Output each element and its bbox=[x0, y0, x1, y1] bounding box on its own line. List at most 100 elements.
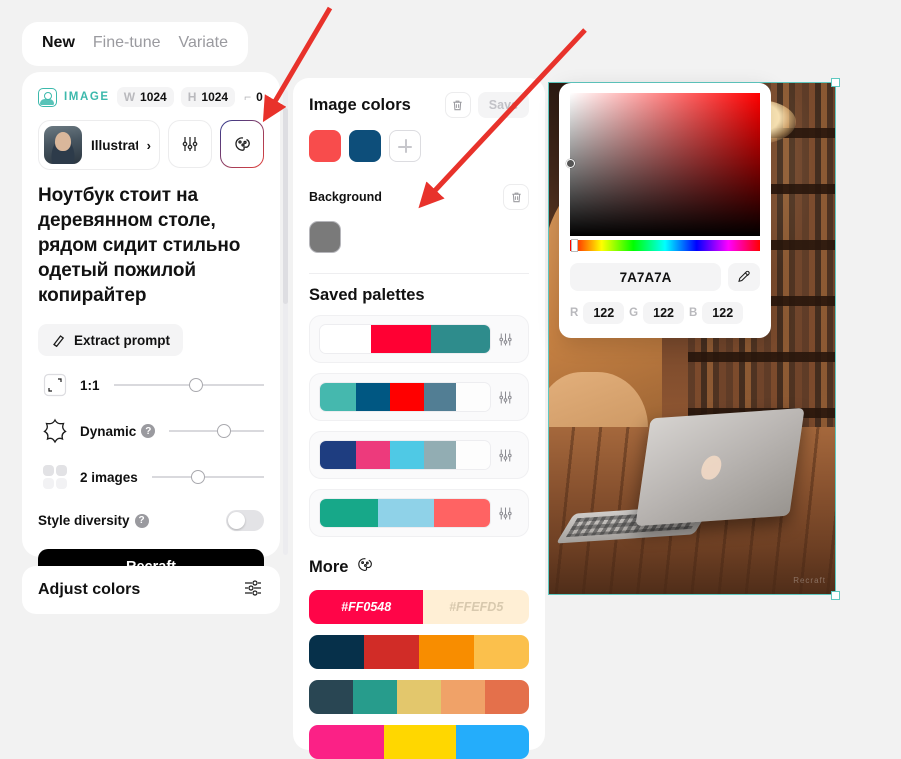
aspect-ratio-slider[interactable] bbox=[113, 377, 264, 393]
width-chip[interactable]: W 1024 bbox=[116, 87, 174, 107]
background-label: Background bbox=[309, 190, 382, 204]
tab-fine-tune[interactable]: Fine-tune bbox=[93, 34, 161, 52]
corner-radius-value: 0 bbox=[256, 90, 263, 104]
color-picker-popup: 7A7A7A R 122 G 122 B 122 bbox=[559, 83, 771, 338]
more-color-label[interactable]: #FFEFD5 bbox=[423, 590, 529, 624]
g-label: G bbox=[629, 307, 639, 319]
image-count-slider[interactable] bbox=[151, 469, 264, 485]
adjust-colors-icon[interactable] bbox=[242, 577, 264, 604]
hue-slider[interactable] bbox=[570, 239, 760, 252]
laptop-logo-icon bbox=[698, 454, 725, 481]
r-input[interactable]: 122 bbox=[583, 302, 625, 324]
image-colors-panel: Image colors Save Background Saved palet… bbox=[293, 78, 545, 759]
more-palette-row[interactable] bbox=[309, 725, 529, 759]
height-chip[interactable]: H 1024 bbox=[180, 87, 236, 107]
saved-palette-row[interactable] bbox=[309, 489, 529, 537]
height-key: H bbox=[187, 90, 197, 104]
saturation-value-area[interactable] bbox=[566, 93, 760, 236]
r-label: R bbox=[570, 307, 579, 319]
help-icon[interactable]: ? bbox=[134, 513, 149, 528]
more-color-label[interactable]: #FF0548 bbox=[309, 590, 424, 624]
saved-palette-row[interactable] bbox=[309, 431, 529, 479]
sv-selector-dot[interactable] bbox=[566, 159, 575, 168]
height-value: 1024 bbox=[201, 90, 229, 104]
style-thumbnail bbox=[44, 126, 82, 164]
help-icon[interactable]: ? bbox=[141, 424, 156, 439]
hex-input[interactable]: 7A7A7A bbox=[570, 263, 721, 291]
corner-radius-chip[interactable]: ⌐ 0 bbox=[242, 87, 265, 107]
palette-strip[interactable] bbox=[319, 498, 491, 528]
selection-handle-top-right[interactable] bbox=[831, 78, 840, 87]
image-count-label: 2 images bbox=[80, 469, 138, 485]
adjust-colors-card[interactable]: Adjust colors bbox=[22, 566, 280, 614]
selection-handle-bottom-right[interactable] bbox=[831, 591, 840, 600]
dynamic-text: Dynamic bbox=[80, 423, 137, 439]
grid-four-icon bbox=[38, 460, 72, 494]
option-aspect-ratio: 1:1 bbox=[38, 368, 264, 402]
background-header: Background bbox=[309, 184, 529, 210]
width-value: 1024 bbox=[140, 90, 167, 104]
more-palette-row[interactable] bbox=[309, 635, 529, 669]
watermark-text: Recraft bbox=[793, 576, 826, 585]
divider bbox=[309, 273, 529, 274]
saved-palette-row[interactable] bbox=[309, 315, 529, 363]
image-meta-row: IMAGE W 1024 H 1024 ⌐ 0 bbox=[38, 86, 264, 108]
image-color-swatch-2[interactable] bbox=[349, 130, 381, 162]
trash-icon[interactable] bbox=[503, 184, 529, 210]
b-input[interactable]: 122 bbox=[702, 302, 744, 324]
settings-sliders-button[interactable] bbox=[168, 120, 212, 168]
palette-edit-icon[interactable] bbox=[491, 505, 519, 522]
palette-strip[interactable] bbox=[319, 324, 491, 354]
palette-edit-icon[interactable] bbox=[491, 331, 519, 348]
slider-knob[interactable] bbox=[191, 470, 206, 485]
extract-prompt-button[interactable]: Extract prompt bbox=[38, 324, 184, 357]
slider-knob[interactable] bbox=[216, 424, 231, 439]
more-palette-row[interactable] bbox=[309, 680, 529, 714]
corner-radius-icon: ⌐ bbox=[244, 90, 252, 104]
extract-prompt-label: Extract prompt bbox=[74, 332, 171, 348]
style-name: Illustratio bbox=[91, 137, 138, 153]
background-color-swatch[interactable] bbox=[309, 221, 341, 253]
more-palette-row[interactable]: #FF0548 #FFEFD5 bbox=[309, 590, 529, 624]
saved-palette-row[interactable] bbox=[309, 373, 529, 421]
save-palette-button[interactable]: Save bbox=[477, 92, 529, 118]
saved-palettes-title: Saved palettes bbox=[309, 286, 425, 304]
image-colors-header: Image colors Save bbox=[309, 92, 529, 118]
g-input[interactable]: 122 bbox=[643, 302, 684, 324]
palette-strip[interactable] bbox=[319, 382, 491, 412]
slider-knob[interactable] bbox=[188, 378, 203, 393]
hex-row: 7A7A7A bbox=[570, 263, 760, 291]
hue-slider-knob[interactable] bbox=[571, 239, 578, 252]
add-color-button[interactable] bbox=[389, 130, 421, 162]
chevron-right-icon: › bbox=[146, 137, 151, 153]
style-selector[interactable]: Illustratio › bbox=[38, 120, 160, 170]
star-burst-icon bbox=[38, 414, 72, 448]
slider-track bbox=[151, 476, 264, 478]
image-colors-title: Image colors bbox=[309, 95, 411, 114]
image-type-icon bbox=[38, 87, 57, 107]
left-panel-scrollbar-thumb[interactable] bbox=[283, 108, 288, 304]
option-dynamic: Dynamic ? bbox=[38, 414, 264, 448]
style-diversity-toggle[interactable] bbox=[226, 510, 264, 532]
tab-new[interactable]: New bbox=[42, 34, 75, 52]
palette-strip[interactable] bbox=[319, 440, 491, 470]
style-diversity-label: Style diversity ? bbox=[38, 513, 149, 528]
color-palette-button[interactable] bbox=[220, 120, 264, 168]
option-image-count: 2 images bbox=[38, 460, 264, 494]
laptop-lid bbox=[635, 407, 805, 527]
mode-tabs: New Fine-tune Variate bbox=[22, 22, 249, 66]
image-color-swatch-1[interactable] bbox=[309, 130, 341, 162]
tab-variate[interactable]: Variate bbox=[179, 34, 229, 52]
style-row: Illustratio › bbox=[38, 120, 264, 170]
image-type-label: IMAGE bbox=[64, 91, 110, 103]
eyedropper-icon[interactable] bbox=[728, 263, 760, 291]
prompt-text[interactable]: Ноутбук стоит на деревянном столе, рядом… bbox=[38, 183, 264, 308]
palette-edit-icon[interactable] bbox=[491, 447, 519, 464]
palette-icon bbox=[355, 555, 374, 579]
b-label: B bbox=[688, 307, 698, 319]
dynamic-slider[interactable] bbox=[169, 423, 264, 439]
trash-icon[interactable] bbox=[444, 92, 471, 118]
palette-edit-icon[interactable] bbox=[491, 389, 519, 406]
aspect-ratio-label: 1:1 bbox=[80, 377, 100, 393]
style-diversity-row: Style diversity ? bbox=[38, 510, 264, 532]
